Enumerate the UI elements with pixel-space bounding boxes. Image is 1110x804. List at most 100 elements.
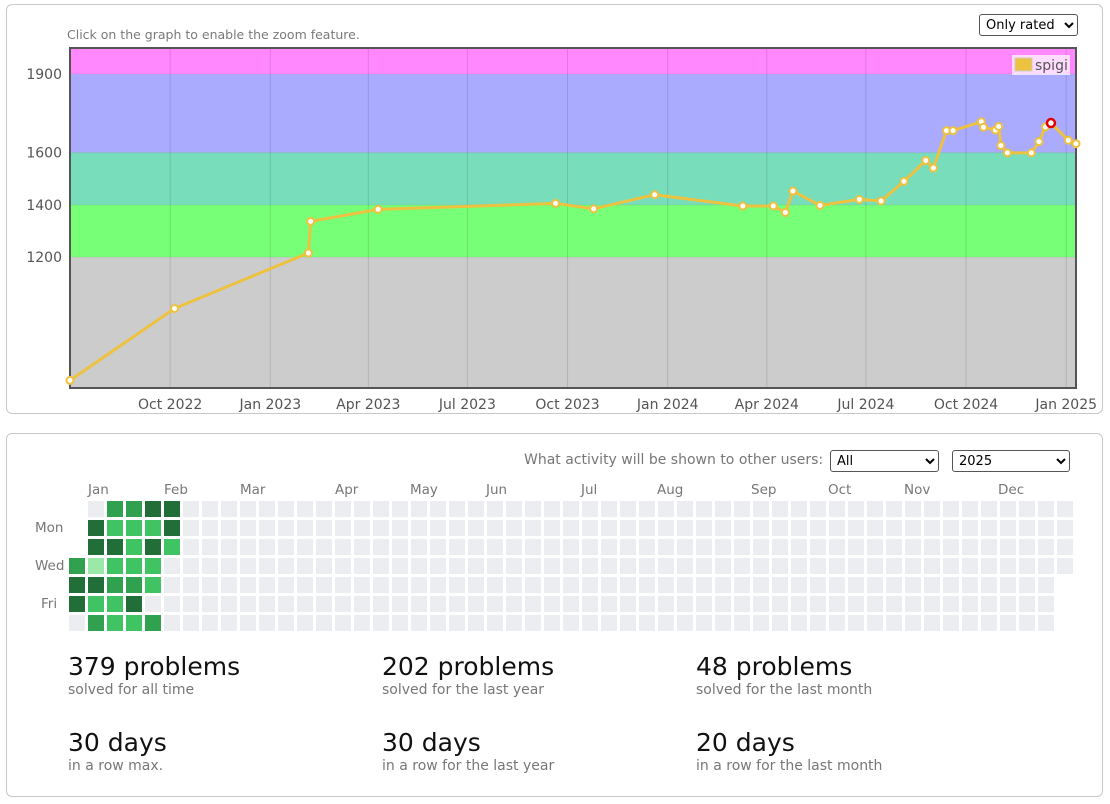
heatmap-cell[interactable] bbox=[924, 520, 940, 536]
heatmap-cell[interactable] bbox=[829, 615, 845, 631]
heatmap-cell[interactable] bbox=[126, 501, 142, 517]
heatmap-cell[interactable] bbox=[544, 596, 560, 612]
heatmap-cell[interactable] bbox=[1019, 520, 1035, 536]
heatmap-cell[interactable] bbox=[468, 596, 484, 612]
heatmap-cell[interactable] bbox=[867, 615, 883, 631]
heatmap-cell[interactable] bbox=[1057, 501, 1073, 517]
heatmap-cell[interactable] bbox=[430, 596, 446, 612]
heatmap-cell[interactable] bbox=[430, 558, 446, 574]
heatmap-cell[interactable] bbox=[145, 520, 161, 536]
heatmap-cell[interactable] bbox=[810, 596, 826, 612]
heatmap-cell[interactable] bbox=[924, 558, 940, 574]
heatmap-cell[interactable] bbox=[88, 615, 104, 631]
heatmap-cell[interactable] bbox=[126, 558, 142, 574]
rating-point[interactable] bbox=[996, 141, 1006, 151]
heatmap-cell[interactable] bbox=[905, 501, 921, 517]
heatmap-cell[interactable] bbox=[658, 615, 674, 631]
heatmap-cell[interactable] bbox=[69, 596, 85, 612]
heatmap-cell[interactable] bbox=[658, 558, 674, 574]
heatmap-cell[interactable] bbox=[658, 520, 674, 536]
heatmap-cell[interactable] bbox=[145, 615, 161, 631]
heatmap-cell[interactable] bbox=[753, 577, 769, 593]
heatmap-cell[interactable] bbox=[1038, 520, 1054, 536]
heatmap-cell[interactable] bbox=[620, 539, 636, 555]
heatmap-cell[interactable] bbox=[107, 558, 123, 574]
heatmap-cell[interactable] bbox=[373, 520, 389, 536]
heatmap-cell[interactable] bbox=[354, 501, 370, 517]
heatmap-cell[interactable] bbox=[449, 615, 465, 631]
heatmap-cell[interactable] bbox=[943, 501, 959, 517]
heatmap-cell[interactable] bbox=[449, 577, 465, 593]
heatmap-cell[interactable] bbox=[411, 501, 427, 517]
heatmap-cell[interactable] bbox=[829, 539, 845, 555]
heatmap-cell[interactable] bbox=[734, 501, 750, 517]
heatmap-cell[interactable] bbox=[867, 558, 883, 574]
heatmap-cell[interactable] bbox=[829, 558, 845, 574]
heatmap-cell[interactable] bbox=[88, 539, 104, 555]
heatmap-cell[interactable] bbox=[563, 615, 579, 631]
heatmap-cell[interactable] bbox=[962, 558, 978, 574]
heatmap-cell[interactable] bbox=[183, 501, 199, 517]
heatmap-cell[interactable] bbox=[354, 539, 370, 555]
heatmap-cell[interactable] bbox=[962, 596, 978, 612]
heatmap-cell[interactable] bbox=[316, 501, 332, 517]
heatmap-cell[interactable] bbox=[791, 596, 807, 612]
heatmap-cell[interactable] bbox=[373, 501, 389, 517]
heatmap-cell[interactable] bbox=[658, 596, 674, 612]
heatmap-cell[interactable] bbox=[221, 539, 237, 555]
heatmap-cell[interactable] bbox=[392, 501, 408, 517]
heatmap-cell[interactable] bbox=[563, 558, 579, 574]
heatmap-cell[interactable] bbox=[107, 520, 123, 536]
heatmap-cell[interactable] bbox=[715, 501, 731, 517]
heatmap-cell[interactable] bbox=[449, 501, 465, 517]
heatmap-cell[interactable] bbox=[69, 558, 85, 574]
heatmap-cell[interactable] bbox=[715, 577, 731, 593]
heatmap-cell[interactable] bbox=[259, 539, 275, 555]
heatmap-cell[interactable] bbox=[411, 520, 427, 536]
rating-point[interactable] bbox=[589, 204, 599, 214]
heatmap-cell[interactable] bbox=[886, 558, 902, 574]
heatmap-cell[interactable] bbox=[1000, 520, 1016, 536]
heatmap-cell[interactable] bbox=[791, 520, 807, 536]
heatmap-cell[interactable] bbox=[506, 539, 522, 555]
heatmap-cell[interactable] bbox=[886, 520, 902, 536]
heatmap-cell[interactable] bbox=[943, 615, 959, 631]
heatmap-cell[interactable] bbox=[525, 539, 541, 555]
rating-point[interactable] bbox=[899, 176, 909, 186]
heatmap-cell[interactable] bbox=[316, 615, 332, 631]
heatmap-cell[interactable] bbox=[810, 558, 826, 574]
heatmap-cell[interactable] bbox=[449, 520, 465, 536]
heatmap-cell[interactable] bbox=[1000, 558, 1016, 574]
heatmap-cell[interactable] bbox=[392, 520, 408, 536]
heatmap-cell[interactable] bbox=[1057, 558, 1073, 574]
heatmap-cell[interactable] bbox=[715, 596, 731, 612]
heatmap-cell[interactable] bbox=[202, 558, 218, 574]
heatmap-cell[interactable] bbox=[867, 539, 883, 555]
rating-point[interactable] bbox=[1034, 137, 1044, 147]
heatmap-cell[interactable] bbox=[696, 577, 712, 593]
heatmap-cell[interactable] bbox=[696, 539, 712, 555]
rating-point[interactable] bbox=[768, 201, 778, 211]
heatmap-cell[interactable] bbox=[810, 520, 826, 536]
heatmap-cell[interactable] bbox=[848, 615, 864, 631]
heatmap-cell[interactable] bbox=[525, 501, 541, 517]
heatmap-cell[interactable] bbox=[582, 615, 598, 631]
rating-point[interactable] bbox=[1026, 148, 1036, 158]
heatmap-cell[interactable] bbox=[943, 577, 959, 593]
heatmap-cell[interactable] bbox=[563, 501, 579, 517]
heatmap-cell[interactable] bbox=[791, 539, 807, 555]
rating-point[interactable] bbox=[65, 375, 75, 385]
heatmap-cell[interactable] bbox=[430, 577, 446, 593]
heatmap-cell[interactable] bbox=[259, 577, 275, 593]
heatmap-cell[interactable] bbox=[829, 596, 845, 612]
heatmap-cell[interactable] bbox=[1019, 539, 1035, 555]
heatmap-cell[interactable] bbox=[791, 501, 807, 517]
heatmap-cell[interactable] bbox=[734, 596, 750, 612]
heatmap-cell[interactable] bbox=[145, 501, 161, 517]
heatmap-cell[interactable] bbox=[335, 520, 351, 536]
heatmap-cell[interactable] bbox=[259, 501, 275, 517]
heatmap-cell[interactable] bbox=[1057, 520, 1073, 536]
heatmap-cell[interactable] bbox=[69, 577, 85, 593]
heatmap-cell[interactable] bbox=[297, 615, 313, 631]
heatmap-cell[interactable] bbox=[354, 558, 370, 574]
